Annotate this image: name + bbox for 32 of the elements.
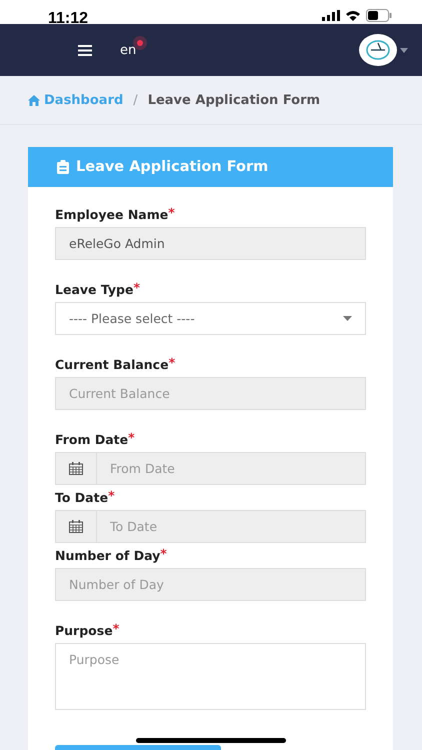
text-area[interactable]: Purpose [55, 643, 366, 710]
caret-icon [400, 48, 408, 52]
select-field[interactable]: ---- Please select ---- [55, 302, 366, 335]
field-label: Purpose [55, 623, 113, 638]
language-button[interactable]: en [120, 42, 136, 58]
required-mark: * [133, 282, 140, 294]
required-mark: * [168, 357, 176, 370]
breadcrumb-separator: / [133, 92, 138, 108]
required-mark: * [108, 490, 115, 502]
logo-avatar[interactable] [359, 34, 397, 66]
home-icon [28, 94, 40, 106]
menu-icon[interactable] [78, 44, 92, 56]
wifi-icon [345, 10, 361, 22]
field-label: Current Balance [55, 357, 169, 372]
form-title: Leave Application Form [76, 159, 268, 175]
field-label: Leave Type [55, 282, 134, 297]
breadcrumb-current: Leave Application Form [148, 92, 320, 108]
field-label: Employee Name [55, 207, 168, 222]
required-mark: * [112, 623, 120, 636]
required-mark: * [160, 548, 167, 560]
clipboard-icon [57, 160, 69, 174]
calendar-icon [55, 510, 96, 543]
required-mark: * [168, 207, 175, 220]
calendar-icon [55, 452, 96, 485]
signal-icon [322, 10, 340, 21]
field-label: From Date [55, 432, 128, 447]
battery-icon [366, 9, 392, 22]
status-time: 11:12 [48, 10, 88, 28]
field-label: Number of Day [55, 548, 160, 563]
caret-icon [343, 316, 352, 321]
field-label: To Date [55, 490, 108, 505]
required-mark: * [128, 432, 135, 444]
